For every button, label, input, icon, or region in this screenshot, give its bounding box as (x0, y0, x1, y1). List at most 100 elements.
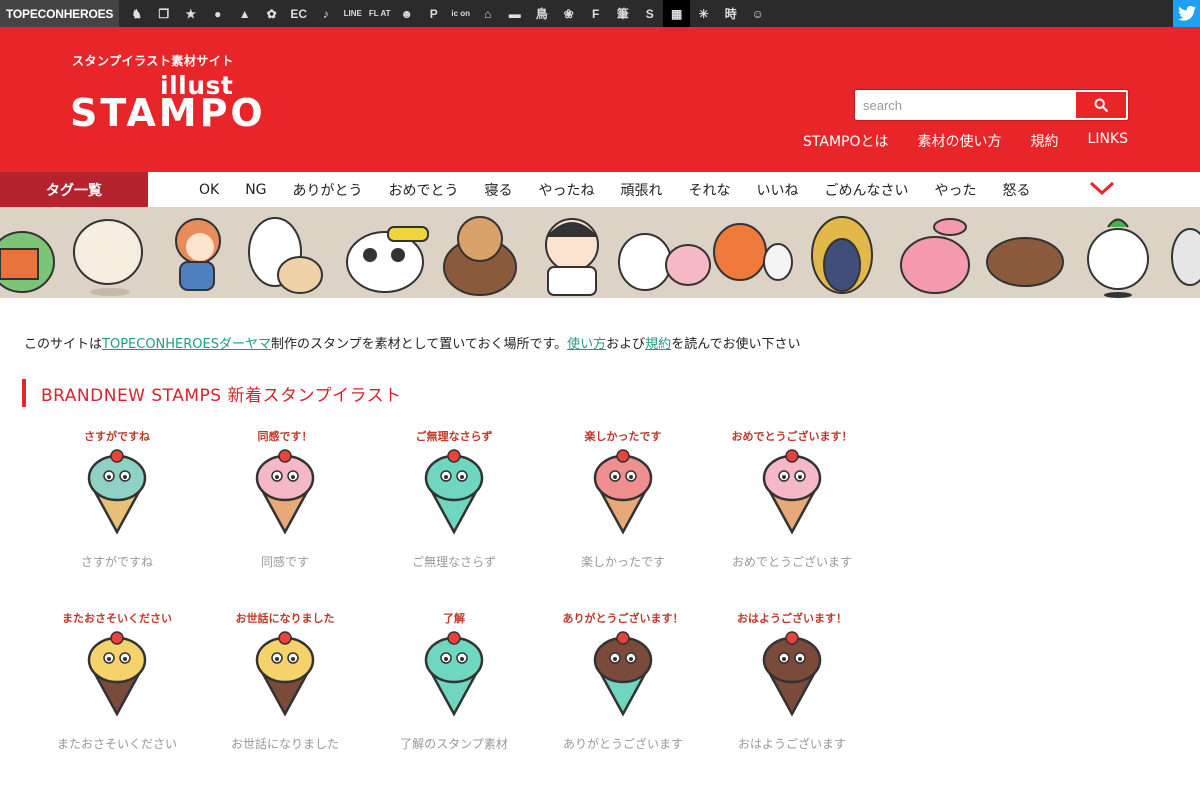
character-banner (0, 207, 1200, 298)
copy-icon[interactable]: ❐ (150, 0, 177, 27)
stamp-message: おはようございます！ (737, 612, 847, 625)
bear-character (443, 216, 517, 296)
stamp-card[interactable]: 同感です！ 同感です (210, 428, 360, 578)
flat-icon[interactable]: FL AT (366, 0, 393, 27)
stamp-message: ありがとうございます！ (562, 612, 684, 625)
stamp-caption[interactable]: またおさそいください (42, 735, 192, 752)
time-kanji-icon[interactable]: 時 (717, 0, 744, 27)
music-icon[interactable]: ♪ (312, 0, 339, 27)
tag-ganbare[interactable]: 頑張れ (621, 180, 663, 200)
search-button[interactable] (1076, 92, 1126, 118)
search-input[interactable] (857, 92, 1076, 118)
brush-icon[interactable]: 筆 (609, 0, 636, 27)
stamp-card[interactable]: ご無理なさらず ご無理なさらず (379, 428, 529, 578)
penguin-character (811, 216, 873, 294)
pink-rabbit-character (900, 218, 970, 294)
nav-links[interactable]: LINKS (1088, 131, 1128, 151)
stamp-caption[interactable]: 楽しかったです (548, 553, 698, 570)
stamp-card[interactable]: さすがですね さすがですね (42, 428, 192, 578)
tag-ng[interactable]: NG (245, 182, 266, 198)
icon-text-icon[interactable]: ic on (447, 0, 474, 27)
stamp-illustration (593, 631, 653, 717)
tag-okoru[interactable]: 怒る (1003, 180, 1031, 200)
author-link[interactable]: TOPECONHEROESダーヤマ (102, 337, 271, 352)
chevron-down-icon[interactable] (1088, 179, 1116, 201)
tag-list-title[interactable]: タグ一覧 (0, 172, 148, 207)
stamp-caption[interactable]: 了解のスタンプ素材 (379, 735, 529, 752)
stamp-caption[interactable]: 同感です (210, 553, 360, 570)
tag-bar: タグ一覧 OK NG ありがとう おめでとう 寝る やったね 頑張れ それな い… (0, 172, 1200, 207)
stamp-caption[interactable]: お世話になりました (210, 735, 360, 752)
sparkle-icon[interactable]: ✳ (690, 0, 717, 27)
bird-kanji-icon[interactable]: 鳥 (528, 0, 555, 27)
guy-character (545, 218, 599, 296)
line-icon[interactable]: LINE (339, 0, 366, 27)
tag-yattane[interactable]: やったね (539, 180, 595, 200)
nav-about[interactable]: STAMPOとは (803, 131, 888, 151)
flower-badge-icon[interactable]: ❀ (555, 0, 582, 27)
tag-sorena[interactable]: それな (689, 180, 731, 200)
stamp-caption[interactable]: ありがとうございます (548, 735, 698, 752)
site-icons: ♞ ❐ ★ ● ▲ ✿ EC ♪ LINE FL AT ☻ Pic on ⌂ ▬ 鳥 ❀ F 筆 S ▦ ✳ 時 ☺ (123, 0, 771, 27)
face-icon[interactable]: ☺ (744, 0, 771, 27)
parking-icon[interactable]: P (420, 0, 447, 27)
boar-character (986, 237, 1064, 287)
stamp-message: 了解 (443, 612, 465, 625)
stamp-card[interactable]: 了解了解のスタンプ素材 (379, 610, 529, 760)
tag-iine[interactable]: いいね (757, 180, 799, 200)
nav-usage[interactable]: 素材の使い方 (918, 131, 1002, 151)
intro-mid1: 制作のスタンプを素材として置いておく場所です。 (271, 337, 568, 352)
logo-stampo[interactable]: STAMPO (70, 91, 266, 135)
network-bar: TOPECONHEROES ♞ ❐ ★ ● ▲ ✿ EC ♪ LINE FL AT ☻ Pic on ⌂… (0, 0, 1200, 27)
bird-icon[interactable]: ▲ (231, 0, 258, 27)
site-header: スタンプイラスト素材サイト illust STAMPO STAMPOとは 素材の… (0, 27, 1200, 172)
stamp-illustration (87, 631, 147, 717)
stamp-caption[interactable]: ご無理なさらず (379, 553, 529, 570)
section-title: BRANDNEW STAMPS 新着スタンプイラスト (22, 379, 402, 407)
ec-icon[interactable]: EC (285, 0, 312, 27)
stamp-illustration (255, 449, 315, 535)
intro-before: このサイトは (24, 337, 103, 352)
stamp-card[interactable]: 楽しかったです 楽しかったです (548, 428, 698, 578)
person-icon[interactable]: ★ (177, 0, 204, 27)
stamp-caption[interactable]: さすがですね (42, 553, 192, 570)
tag-omedetou[interactable]: おめでとう (389, 180, 459, 200)
stamp-message: 楽しかったです (584, 430, 662, 443)
terms-link[interactable]: 規約 (645, 337, 671, 352)
stamp-card[interactable]: おめでとうございます！ おめでとうございます (717, 428, 867, 578)
train-icon[interactable]: ▬ (501, 0, 528, 27)
intro-after: を読んでお使い下さい (671, 337, 801, 352)
stamp-message: またおさそいください (62, 612, 172, 625)
stamp-card[interactable]: おはようございます！ おはようございます (717, 610, 867, 760)
usage-link[interactable]: 使い方 (567, 337, 606, 352)
flower-icon[interactable]: ✿ (258, 0, 285, 27)
grid-icon[interactable]: ▦ (663, 0, 691, 27)
stamp-caption[interactable]: おはようございます (717, 735, 867, 752)
tag-gomennasai[interactable]: ごめんなさい (825, 180, 909, 200)
tag-neru[interactable]: 寝る (485, 180, 513, 200)
animal-icon[interactable]: ♞ (123, 0, 150, 27)
tag-yatta[interactable]: やった (935, 180, 977, 200)
f-icon[interactable]: F (582, 0, 609, 27)
octopus-character (713, 223, 793, 281)
stamp-caption[interactable]: おめでとうございます (717, 553, 867, 570)
mouse-character (1171, 228, 1200, 286)
stamp-card[interactable]: お世話になりました お世話になりました (210, 610, 360, 760)
tag-arigatou[interactable]: ありがとう (293, 180, 363, 200)
stamp-message: ご無理なさらず (415, 430, 493, 443)
frog-character (0, 231, 55, 293)
s-icon[interactable]: S (636, 0, 663, 27)
stamp-card[interactable]: ありがとうございます！ ありがとうございます (548, 610, 698, 760)
building-icon[interactable]: ⌂ (474, 0, 501, 27)
stamp-illustration (87, 449, 147, 535)
smile-icon[interactable]: ☻ (393, 0, 420, 27)
header-nav: STAMPOとは 素材の使い方 規約 LINKS (803, 131, 1128, 151)
site-tagline: スタンプイラスト素材サイト (72, 54, 234, 68)
stamp-message: おめでとうございます！ (731, 430, 853, 443)
tag-ok[interactable]: OK (199, 182, 219, 198)
stamp-card[interactable]: またおさそいください またおさそいください (42, 610, 192, 760)
twitter-icon[interactable] (1173, 0, 1200, 27)
speech-icon[interactable]: ● (204, 0, 231, 27)
topeconheroes-link[interactable]: TOPECONHEROES (0, 0, 120, 27)
nav-terms[interactable]: 規約 (1031, 131, 1059, 151)
